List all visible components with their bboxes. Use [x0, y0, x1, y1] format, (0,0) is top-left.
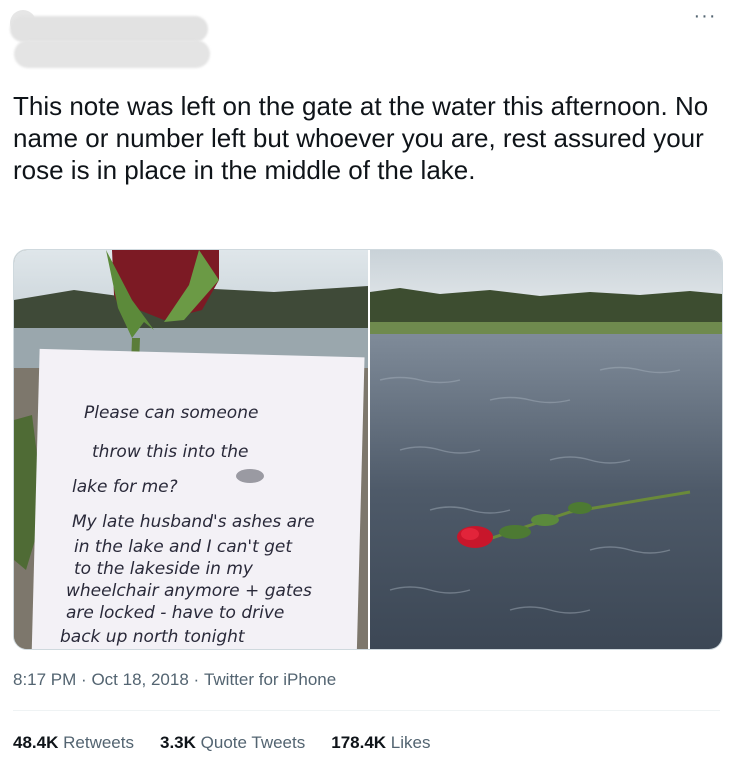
- note-line: lake for me?: [72, 477, 178, 497]
- tweet-media: Please can someone throw this into the l…: [13, 249, 723, 650]
- note-line: are locked - have to drive: [66, 603, 284, 623]
- retweets-stat[interactable]: 48.4K Retweets: [13, 733, 134, 753]
- note-line: Please can someone: [84, 403, 258, 423]
- note-line: wheelchair anymore + gates: [66, 581, 312, 601]
- tweet-date[interactable]: Oct 18, 2018: [91, 670, 188, 690]
- likes-label: Likes: [390, 733, 431, 752]
- tweet-text: This note was left on the gate at the wa…: [13, 91, 709, 185]
- divider: [13, 710, 720, 711]
- meta-separator: ·: [193, 670, 200, 689]
- tweet-source[interactable]: Twitter for iPhone: [204, 670, 336, 690]
- note-photo[interactable]: Please can someone throw this into the l…: [14, 250, 370, 649]
- tweet-time[interactable]: 8:17 PM: [13, 670, 76, 690]
- retweets-label: Retweets: [63, 733, 134, 752]
- note-line: in the lake and I can't get: [74, 537, 293, 557]
- quote-tweets-stat[interactable]: 3.3K Quote Tweets: [160, 733, 305, 753]
- redacted-display-name: [10, 16, 208, 42]
- note-line: back up north tonight: [60, 627, 246, 647]
- note-line: My late husband's ashes are: [72, 512, 315, 532]
- note-line: to the lakeside in my: [74, 559, 254, 579]
- lake-rose-photo[interactable]: [370, 250, 722, 649]
- quotes-label: Quote Tweets: [200, 733, 306, 752]
- likes-count: 178.4K: [331, 733, 387, 752]
- retweets-count: 48.4K: [13, 733, 59, 752]
- meta-separator: ·: [81, 670, 87, 689]
- likes-stat[interactable]: 178.4K Likes: [331, 733, 430, 753]
- more-options-button[interactable]: ···: [691, 6, 719, 30]
- tweet-stats: 48.4K Retweets 3.3K Quote Tweets 178.4K …: [13, 733, 430, 753]
- note-line: throw this into the: [92, 442, 248, 462]
- more-horizontal-icon: ···: [693, 5, 717, 27]
- tweet-meta: 8:17 PM · Oct 18, 2018 · Twitter for iPh…: [13, 670, 336, 690]
- quotes-count: 3.3K: [159, 733, 196, 752]
- redacted-username: [14, 40, 210, 68]
